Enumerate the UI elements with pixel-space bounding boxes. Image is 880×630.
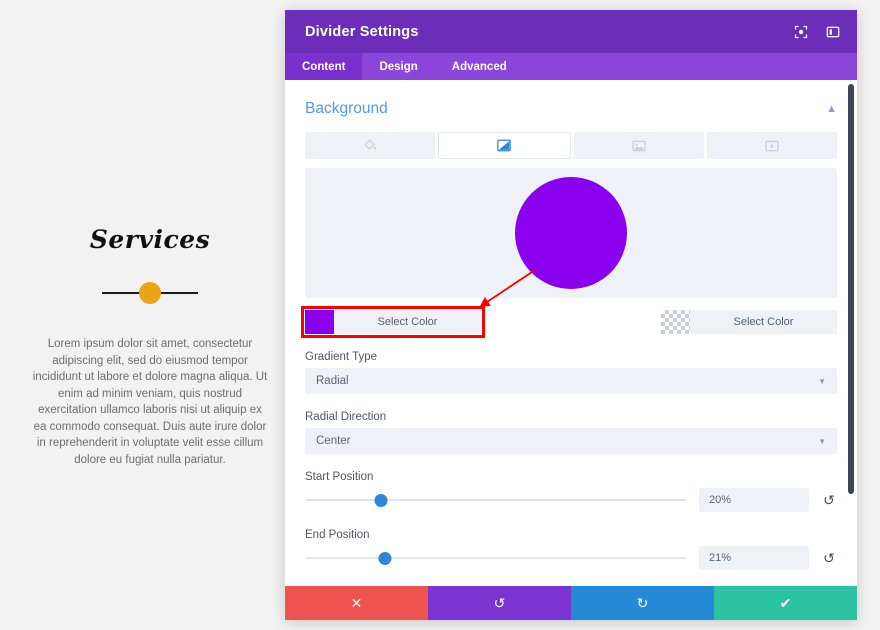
end-position-thumb[interactable] [379, 552, 392, 565]
panel-layout-icon[interactable] [825, 24, 841, 40]
services-module: Services Lorem ipsum dolor sit amet, con… [0, 0, 300, 630]
chevron-up-icon[interactable]: ▲ [826, 104, 837, 115]
end-position-reset-icon[interactable]: ↺ [821, 551, 837, 565]
background-type-tabs [305, 132, 837, 159]
expand-view-icon[interactable] [793, 24, 809, 40]
end-position-slider[interactable] [305, 547, 687, 569]
end-position-track [305, 557, 687, 559]
start-position-value[interactable]: 20% [699, 488, 809, 512]
start-position-row: 20% ↺ [305, 488, 837, 512]
services-body-text: Lorem ipsum dolor sit amet, consectetur … [31, 336, 269, 468]
chevron-down-icon: ▼ [818, 377, 826, 386]
end-position-value[interactable]: 21% [699, 546, 809, 570]
tab-advanced[interactable]: Advanced [435, 53, 524, 80]
paint-bucket-icon [364, 139, 377, 152]
start-position-reset-icon[interactable]: ↺ [821, 493, 837, 507]
tab-design[interactable]: Design [362, 53, 434, 80]
end-position-row: 21% ↺ [305, 546, 837, 570]
gradient-end-color-swatch[interactable] [661, 310, 690, 334]
start-position-label: Start Position [305, 471, 837, 483]
modal-scrollbar-thumb[interactable] [848, 84, 854, 494]
redo-button[interactable]: ↻ [571, 586, 714, 620]
gradient-start-color-field[interactable]: Select Color [305, 310, 481, 334]
page-title: Services [90, 225, 210, 254]
gradient-icon [497, 139, 511, 152]
gradient-color-stops: Select Color Select Color [305, 310, 837, 334]
image-icon [632, 140, 646, 152]
gradient-type-select[interactable]: Radial ▼ [305, 368, 837, 394]
modal-body: Background ▲ [285, 80, 857, 586]
end-position-label: End Position [305, 529, 837, 541]
gradient-preview [305, 168, 837, 298]
gradient-start-select-color-button[interactable]: Select Color [334, 310, 481, 334]
gradient-end-select-color-button[interactable]: Select Color [690, 310, 837, 334]
background-video-tab[interactable] [707, 132, 837, 159]
divider-module-preview [102, 276, 198, 310]
background-color-tab[interactable] [305, 132, 435, 159]
tab-content[interactable]: Content [285, 53, 362, 80]
settings-scroll-area: Background ▲ [285, 80, 857, 586]
background-image-tab[interactable] [574, 132, 704, 159]
modal-titlebar: Divider Settings [285, 10, 857, 53]
cancel-button[interactable]: ✕ [285, 586, 428, 620]
undo-button[interactable]: ↺ [428, 586, 571, 620]
chevron-down-icon: ▼ [818, 437, 826, 446]
gradient-type-label: Gradient Type [305, 351, 837, 363]
radial-direction-value: Center [316, 435, 818, 447]
modal-title: Divider Settings [305, 24, 793, 40]
start-position-thumb[interactable] [375, 494, 388, 507]
background-gradient-tab[interactable] [438, 132, 570, 159]
start-position-track [305, 499, 687, 501]
gradient-start-color-swatch[interactable] [305, 310, 334, 334]
titlebar-icon-group [793, 24, 841, 40]
modal-scrollbar[interactable] [848, 80, 854, 586]
gradient-end-color-field[interactable]: Select Color [661, 310, 837, 334]
background-section-title: Background [305, 100, 388, 118]
radial-direction-select[interactable]: Center ▼ [305, 428, 837, 454]
save-button[interactable]: ✔ [714, 586, 857, 620]
background-section-header[interactable]: Background ▲ [305, 80, 837, 132]
divider-settings-modal: Divider Settings Content Design Advanced [285, 10, 857, 620]
gradient-type-value: Radial [316, 375, 818, 387]
start-position-slider[interactable] [305, 489, 687, 511]
modal-tab-bar: Content Design Advanced [285, 53, 857, 80]
gradient-preview-circle [515, 177, 627, 289]
video-icon [765, 140, 779, 152]
modal-action-bar: ✕ ↺ ↻ ✔ [285, 586, 857, 620]
radial-direction-label: Radial Direction [305, 411, 837, 423]
divider-dot-icon [139, 282, 161, 304]
